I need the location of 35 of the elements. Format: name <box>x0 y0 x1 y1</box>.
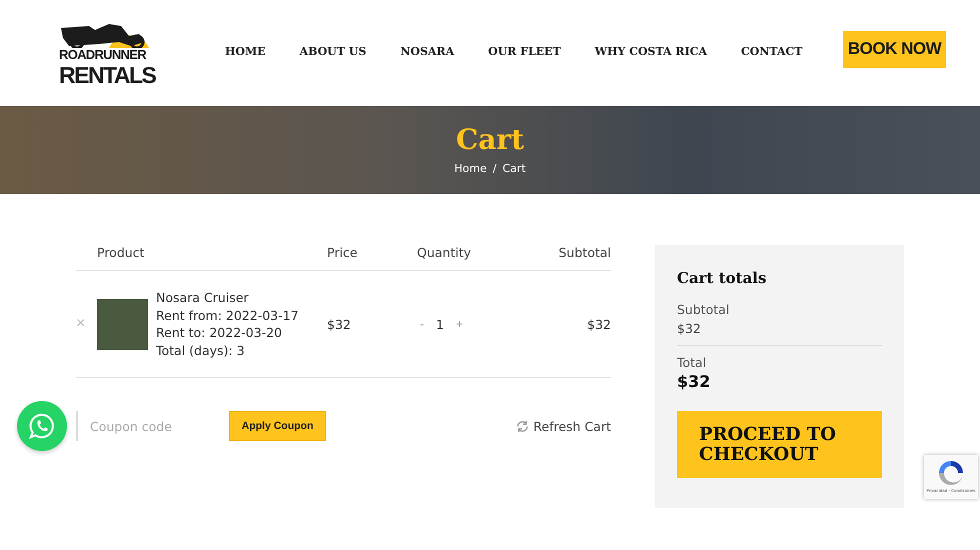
nav-link[interactable]: CONTACT <box>741 44 802 58</box>
quantity-value[interactable]: 1 <box>436 316 444 332</box>
column-header: Price <box>327 245 358 260</box>
chat-button[interactable] <box>17 401 67 451</box>
book-now-button[interactable]: BOOK NOW <box>843 30 946 68</box>
product-detail: Total (days): 3 <box>156 342 246 359</box>
subtotal-label: Subtotal <box>677 302 730 317</box>
column-header: Subtotal <box>558 245 611 260</box>
total-value: $32 <box>677 372 712 391</box>
checkout-button[interactable]: PROCEED TO CHECKOUT <box>677 411 882 478</box>
recaptcha-icon <box>936 458 966 488</box>
price: $32 <box>327 316 352 332</box>
column-header: Product <box>96 245 146 260</box>
breadcrumb-link[interactable]: Home <box>454 162 487 175</box>
nav-link[interactable]: ABOUT US <box>300 44 366 58</box>
product-name[interactable]: Nosara Cruiser <box>156 289 299 306</box>
nav-link[interactable]: HOME <box>225 44 266 58</box>
breadcrumb-separator: / <box>492 162 496 175</box>
totals-title: Cart totals <box>677 269 768 287</box>
refresh-cart-link[interactable]: Refresh Cart <box>516 418 611 434</box>
nav-link[interactable]: NOSARA <box>400 44 454 58</box>
nav-link[interactable]: WHY COSTA RICA <box>594 44 707 58</box>
speech-bubble-icon <box>28 412 56 440</box>
photo-placeholder <box>97 298 148 350</box>
product-detail: Rent from: 2022-03-17 <box>156 306 299 324</box>
breadcrumb-current: Cart <box>502 162 526 175</box>
refresh-icon <box>516 420 530 432</box>
product-detail: Rent to: 2022-03-20 <box>156 324 283 342</box>
column-header: Quantity <box>417 245 472 260</box>
page-title: Cart <box>456 125 524 156</box>
apply-coupon-button[interactable]: Apply Coupon <box>229 411 326 441</box>
total-label: Total <box>677 355 708 370</box>
nav-link[interactable]: OUR FLEET <box>488 44 561 58</box>
subtotal: $32 <box>586 316 611 332</box>
subtotal-value: $32 <box>677 321 882 346</box>
